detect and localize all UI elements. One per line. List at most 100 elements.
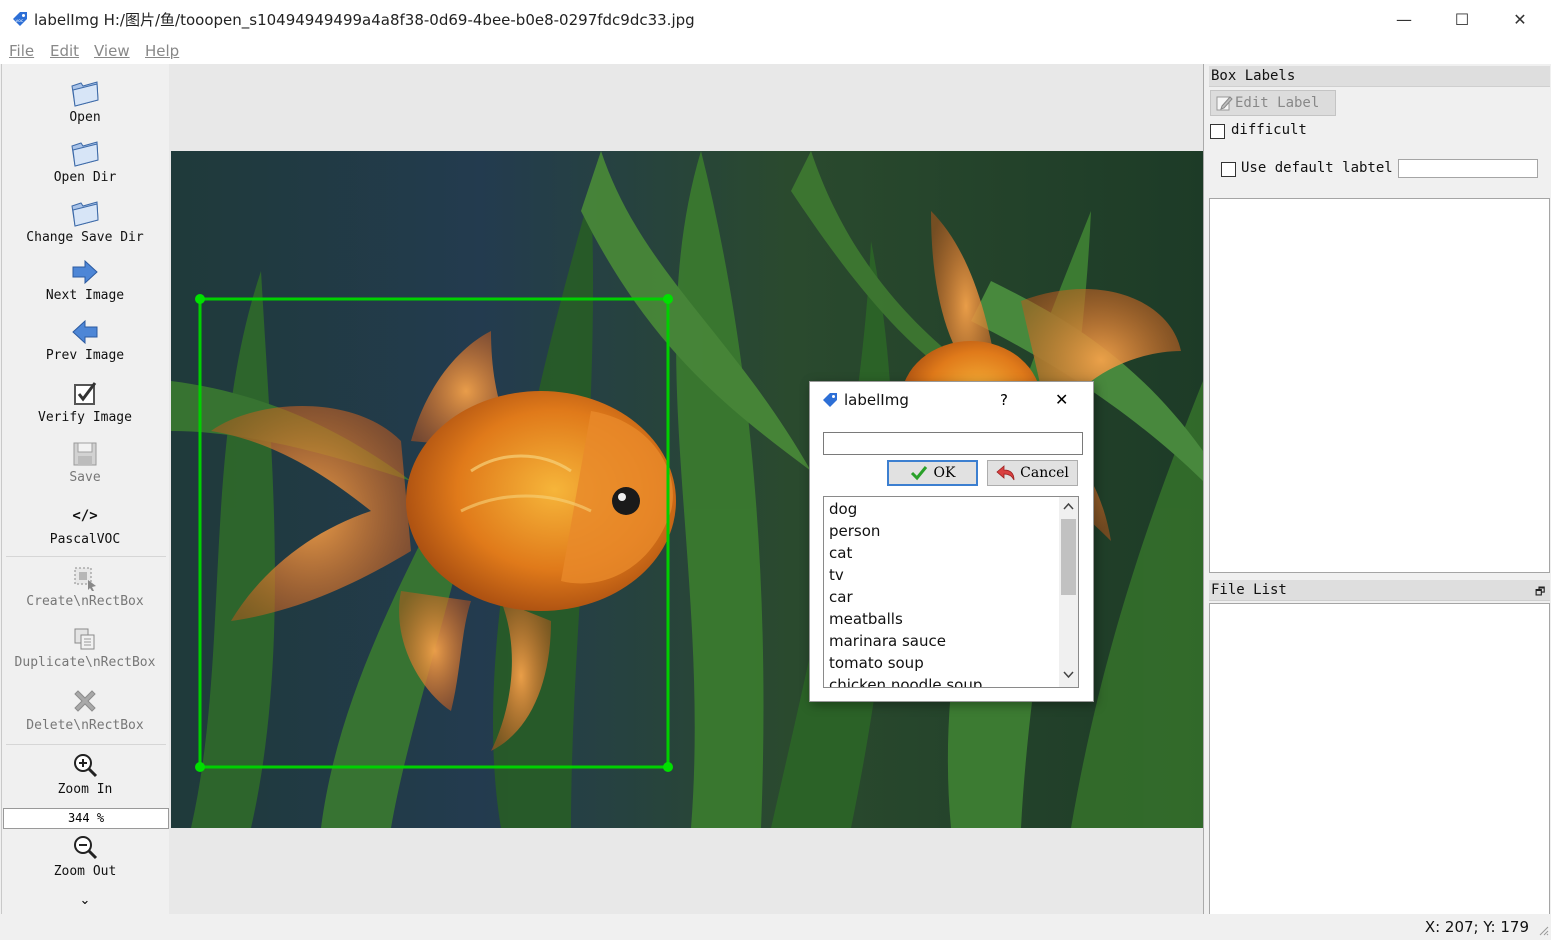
delete-rectbox-label: Delete\nRectBox bbox=[26, 718, 144, 733]
close-icon: ✕ bbox=[1513, 9, 1527, 29]
verify-image-label: Verify Image bbox=[38, 410, 132, 425]
zoom-out-button[interactable]: Zoom Out bbox=[2, 834, 168, 879]
close-button[interactable]: ✕ bbox=[1491, 0, 1549, 38]
zoom-out-icon bbox=[74, 836, 98, 860]
labelimg-logo-icon bbox=[823, 393, 837, 407]
zoom-out-label: Zoom Out bbox=[53, 864, 117, 879]
file-list-title: File List bbox=[1209, 580, 1550, 601]
list-item[interactable]: tv bbox=[829, 566, 844, 584]
format-button[interactable]: </> PascalVOC bbox=[2, 504, 168, 547]
toolbar-divider bbox=[6, 556, 166, 557]
arrow-left-icon bbox=[72, 319, 98, 345]
zoom-in-icon bbox=[74, 754, 98, 778]
cancel-button[interactable]: Cancel bbox=[987, 460, 1078, 486]
edit-label-button[interactable]: Edit Label bbox=[1210, 90, 1336, 116]
svg-text:voc: voc bbox=[16, 19, 24, 24]
change-save-dir-label: Change Save Dir bbox=[26, 230, 144, 245]
list-item[interactable]: meatballs bbox=[829, 610, 903, 628]
list-scrollbar[interactable] bbox=[1059, 497, 1078, 687]
use-default-label-checkbox[interactable] bbox=[1221, 162, 1236, 177]
next-image-button[interactable]: Next Image bbox=[2, 258, 168, 303]
bbox-handle[interactable] bbox=[663, 762, 673, 772]
undo-arrow-icon bbox=[996, 465, 1015, 481]
labelimg-logo-icon: voc bbox=[13, 12, 27, 26]
folder-open-icon bbox=[71, 141, 99, 167]
right-panel: Box Labels Edit Label difficult Use defa… bbox=[1205, 64, 1551, 915]
prev-image-button[interactable]: Prev Image bbox=[2, 318, 168, 363]
verify-image-button[interactable]: Verify Image bbox=[2, 380, 168, 425]
delete-rectbox-button[interactable]: Delete\nRectBox bbox=[2, 686, 168, 733]
menu-help[interactable]: Help bbox=[145, 42, 179, 60]
create-rectbox-button[interactable]: Create\nRectBox bbox=[2, 564, 168, 609]
label-input[interactable] bbox=[823, 432, 1083, 455]
box-label-list[interactable] bbox=[1209, 198, 1550, 573]
dialog-close-icon[interactable]: ✕ bbox=[1055, 390, 1068, 409]
zoom-in-label: Zoom In bbox=[57, 782, 113, 797]
ok-label: OK bbox=[933, 465, 956, 481]
list-item[interactable]: chicken noodle soup bbox=[829, 676, 982, 687]
list-item[interactable]: car bbox=[829, 588, 853, 606]
edit-label-text: Edit Label bbox=[1235, 95, 1320, 111]
resize-grip-icon[interactable] bbox=[1537, 924, 1549, 936]
dialog-title: labelImg bbox=[844, 391, 909, 409]
list-item[interactable]: person bbox=[829, 522, 880, 540]
help-icon[interactable]: ? bbox=[1000, 391, 1008, 409]
chevron-down-icon: ⌄ bbox=[79, 893, 91, 908]
duplicate-rectbox-label: Duplicate\nRectBox bbox=[14, 655, 156, 670]
default-label-input[interactable] bbox=[1398, 159, 1538, 178]
difficult-checkbox[interactable] bbox=[1210, 124, 1225, 139]
change-save-dir-button[interactable]: Change Save Dir bbox=[2, 198, 168, 245]
menu-file[interactable]: File bbox=[9, 42, 34, 60]
save-icon bbox=[73, 442, 97, 466]
toolbar: Open Open Dir Change Save Dir Next Image… bbox=[1, 64, 170, 914]
create-rectbox-label: Create\nRectBox bbox=[26, 594, 144, 609]
open-button[interactable]: Open bbox=[2, 78, 168, 125]
list-item[interactable]: dog bbox=[829, 500, 857, 518]
label-dialog: labelImg ? ✕ OK Cancel dog person cat tv… bbox=[809, 381, 1094, 702]
menu-edit[interactable]: Edit bbox=[50, 42, 79, 60]
scrollbar-thumb[interactable] bbox=[1061, 519, 1076, 595]
minimize-icon: — bbox=[1396, 9, 1412, 29]
next-image-label: Next Image bbox=[45, 288, 125, 303]
minimize-button[interactable]: — bbox=[1375, 0, 1433, 38]
duplicate-rectbox-button[interactable]: Duplicate\nRectBox bbox=[2, 625, 168, 670]
title-bar: voc labelImg H:/图片/鱼/tooopen_s1049494949… bbox=[0, 0, 1551, 38]
open-dir-button[interactable]: Open Dir bbox=[2, 138, 168, 185]
difficult-label: difficult bbox=[1231, 122, 1307, 138]
float-dock-icon[interactable]: 🗗 bbox=[1535, 583, 1545, 602]
zoom-value-field[interactable]: 344 % bbox=[3, 808, 169, 829]
folder-open-icon bbox=[71, 201, 99, 227]
list-item[interactable]: tomato soup bbox=[829, 654, 924, 672]
maximize-button[interactable]: ☐ bbox=[1433, 0, 1491, 38]
open-label: Open bbox=[69, 110, 101, 125]
list-item[interactable]: cat bbox=[829, 544, 852, 562]
bbox-handle[interactable] bbox=[195, 762, 205, 772]
label-list[interactable]: dog person cat tv car meatballs marinara… bbox=[823, 496, 1079, 688]
delete-x-icon bbox=[74, 690, 96, 712]
ok-button[interactable]: OK bbox=[887, 460, 978, 486]
file-list[interactable] bbox=[1209, 603, 1550, 915]
create-rectbox-icon bbox=[74, 567, 96, 591]
check-icon bbox=[910, 466, 927, 481]
bbox-handle[interactable] bbox=[195, 294, 205, 304]
cancel-label: Cancel bbox=[1020, 465, 1069, 481]
menu-view[interactable]: View bbox=[94, 42, 130, 60]
code-icon: </> bbox=[72, 508, 98, 524]
save-button[interactable]: Save bbox=[2, 440, 168, 485]
checkbox-checked-icon bbox=[74, 382, 97, 405]
bbox-handle[interactable] bbox=[663, 294, 673, 304]
prev-image-label: Prev Image bbox=[45, 348, 125, 363]
format-label: PascalVOC bbox=[49, 532, 121, 547]
scroll-down-icon[interactable] bbox=[1063, 671, 1074, 679]
zoom-in-button[interactable]: Zoom In bbox=[2, 752, 168, 797]
toolbar-divider bbox=[6, 744, 166, 745]
list-item[interactable]: marinara sauce bbox=[829, 632, 946, 650]
edit-icon bbox=[1216, 96, 1233, 111]
status-bar: X: 207; Y: 179 bbox=[0, 914, 1551, 940]
arrow-right-icon bbox=[72, 259, 98, 285]
cursor-coordinates: X: 207; Y: 179 bbox=[1424, 918, 1529, 936]
scroll-up-icon[interactable] bbox=[1063, 502, 1074, 510]
toolbar-more-button[interactable]: ⌄ bbox=[2, 894, 168, 908]
save-label: Save bbox=[69, 470, 101, 485]
maximize-icon: ☐ bbox=[1454, 9, 1470, 29]
